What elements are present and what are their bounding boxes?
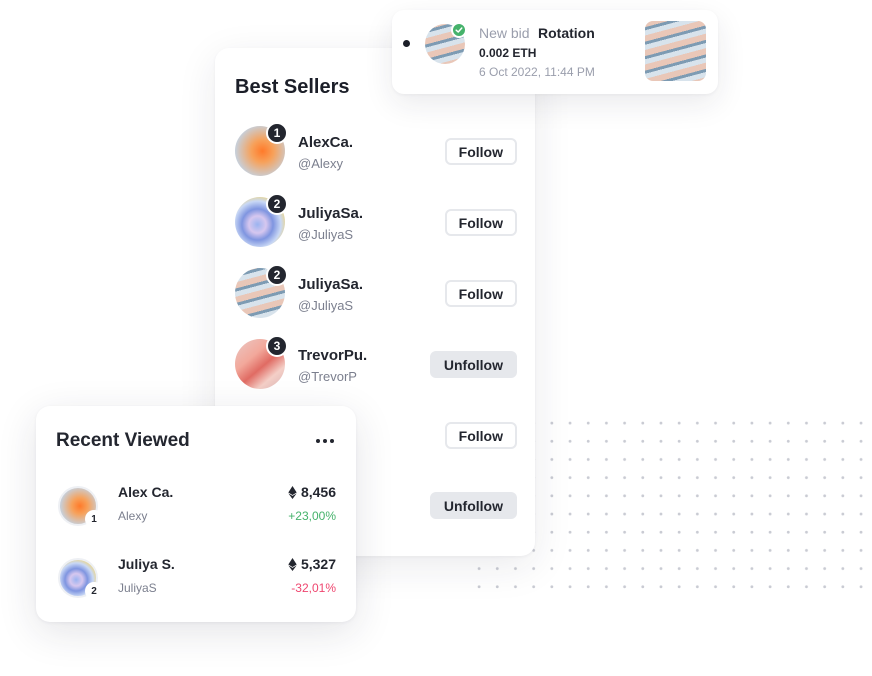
rank-badge: 1	[85, 510, 103, 528]
bid-item-title[interactable]: Rotation	[538, 25, 595, 41]
price-value: 5,327	[300, 556, 336, 572]
follow-button[interactable]: Follow	[444, 138, 517, 165]
more-horizontal-icon[interactable]	[314, 430, 336, 452]
seller-handle: @TrevorP	[298, 369, 357, 384]
price-value: 8,456	[300, 484, 336, 500]
price-change: +23,00%	[288, 509, 336, 523]
bid-notification-card[interactable]: New bid Rotation 0.002 ETH 6 Oct 2022, 1…	[392, 10, 718, 94]
rank-badge: 1	[266, 122, 288, 144]
ethereum-icon	[288, 485, 297, 499]
follow-button[interactable]: Follow	[444, 209, 517, 236]
seller-row: 2 JuliyaSa. @JuliyaS Follow	[235, 193, 517, 247]
recent-item-name: Alex Ca.	[118, 484, 174, 500]
seller-row: 1 AlexCa. @Alexy Follow	[235, 122, 517, 176]
recent-item-handle: Alexy	[118, 509, 148, 523]
follow-button[interactable]: Follow	[444, 280, 517, 307]
seller-handle: @JuliyaS	[298, 298, 354, 313]
bid-date: 6 Oct 2022, 11:44 PM	[479, 65, 595, 79]
verified-check-icon	[451, 22, 467, 38]
recent-item-price: 5,327	[288, 556, 336, 572]
ethereum-icon	[288, 557, 297, 571]
rank-badge: 2	[266, 193, 288, 215]
seller-name[interactable]: TrevorPu.	[298, 347, 367, 364]
price-change: -32,01%	[291, 581, 336, 595]
follow-button[interactable]: Follow	[444, 422, 517, 449]
unfollow-button[interactable]: Unfollow	[429, 351, 517, 378]
seller-name[interactable]: JuliyaSa.	[298, 205, 363, 222]
seller-handle: @Alexy	[298, 156, 343, 171]
bid-label: New bid	[479, 25, 530, 41]
seller-name[interactable]: JuliyaSa.	[298, 276, 363, 293]
recent-viewed-title: Recent Viewed	[56, 430, 190, 451]
seller-row: 2 JuliyaSa. @JuliyaS Follow	[235, 264, 517, 318]
list-item[interactable]: 1 Alex Ca. Alexy 8,456 +23,00%	[58, 484, 336, 528]
bid-item-thumbnail[interactable]	[645, 21, 706, 81]
recent-item-price: 8,456	[288, 484, 336, 500]
recent-item-handle: JuliyaS	[118, 581, 157, 595]
seller-handle: @JuliyaS	[298, 227, 354, 242]
unread-dot-icon	[403, 40, 410, 47]
rank-badge: 3	[266, 335, 288, 357]
seller-row: 3 TrevorPu. @TrevorP Unfollow	[235, 335, 517, 389]
recent-item-name: Juliya S.	[118, 556, 175, 572]
best-sellers-title: Best Sellers	[235, 76, 350, 98]
bid-amount: 0.002 ETH	[479, 46, 537, 60]
rank-badge: 2	[85, 582, 103, 600]
list-item[interactable]: 2 Juliya S. JuliyaS 5,327 -32,01%	[58, 556, 336, 600]
unfollow-button[interactable]: Unfollow	[429, 492, 517, 519]
rank-badge: 2	[266, 264, 288, 286]
recent-viewed-card: Recent Viewed 1 Alex Ca. Alexy 8,456 +23…	[36, 406, 356, 622]
seller-name[interactable]: AlexCa.	[298, 134, 353, 151]
